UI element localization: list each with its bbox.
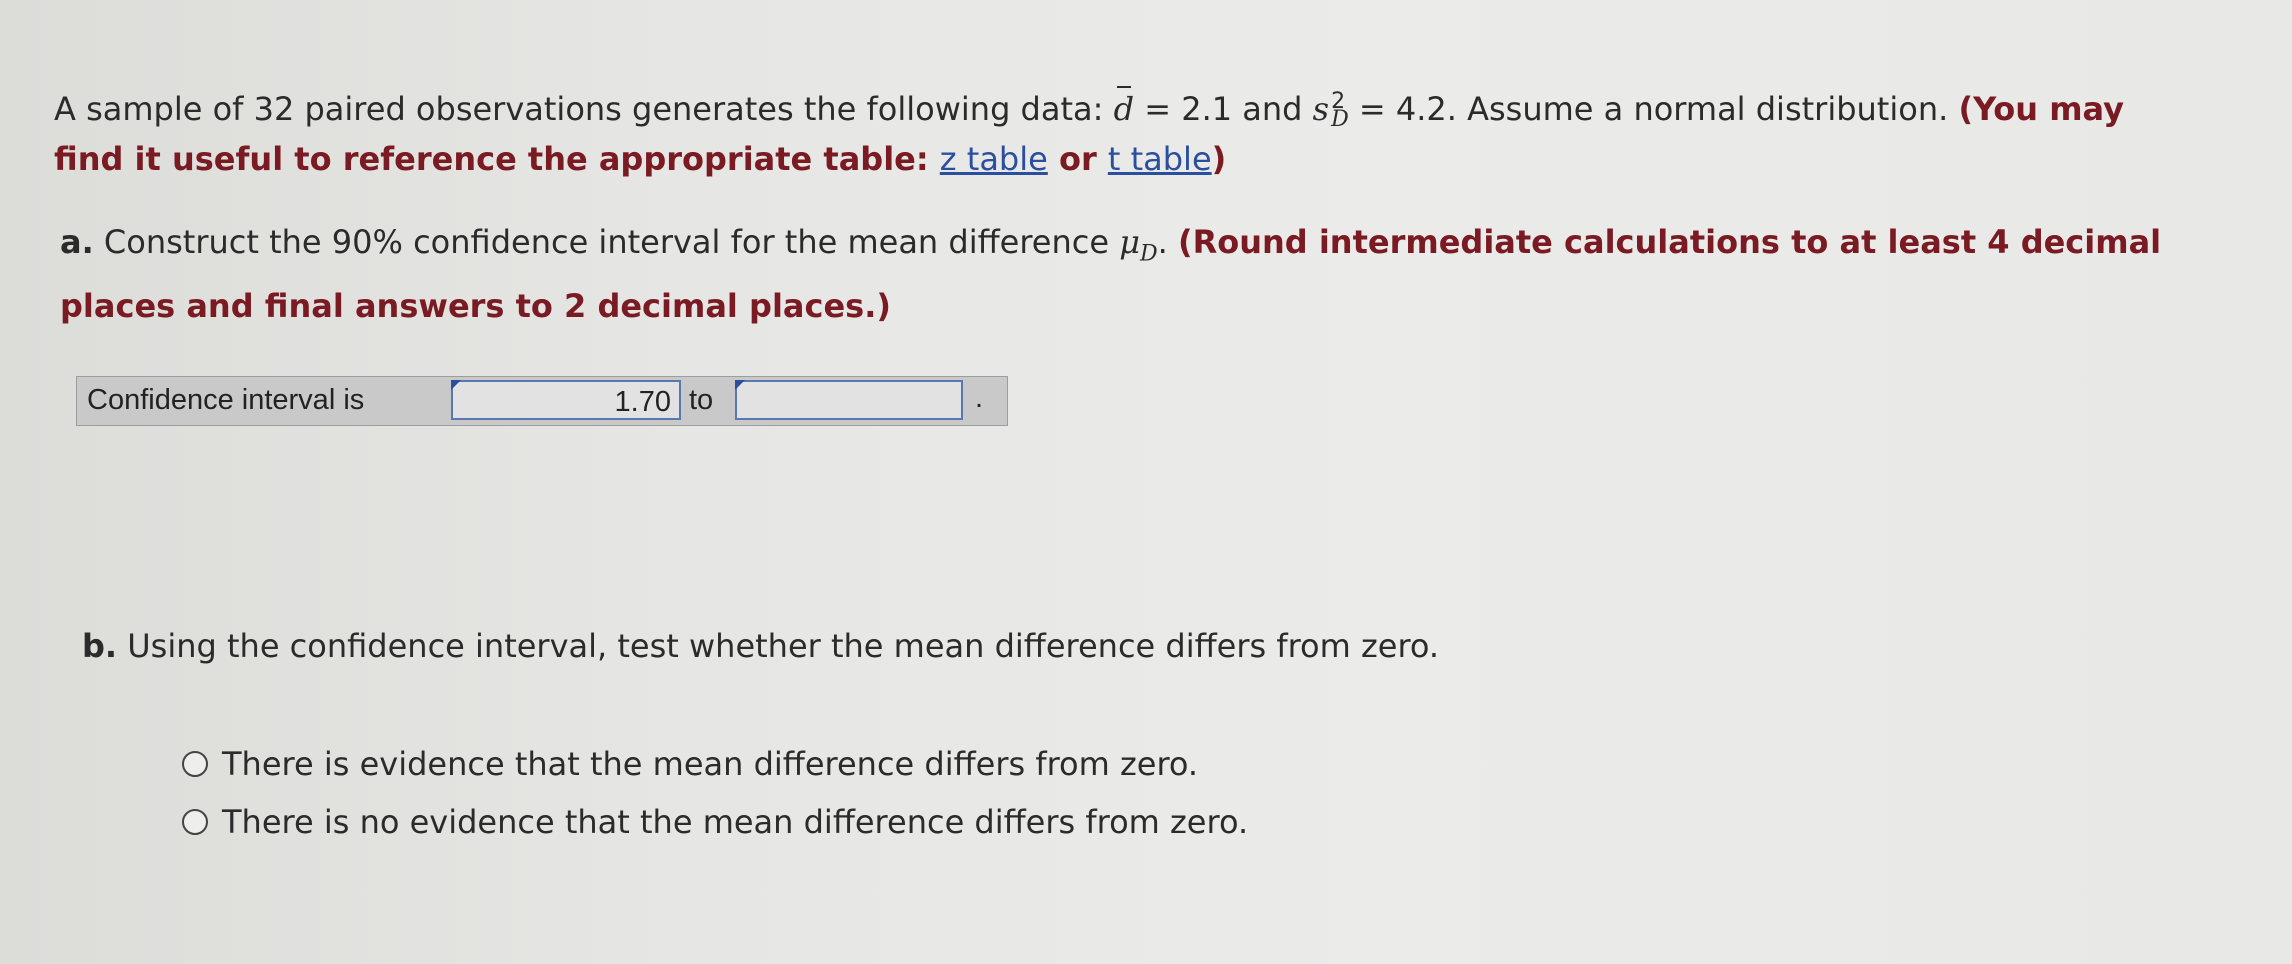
part-a-period: . bbox=[1157, 223, 1178, 261]
confidence-interval-row: Confidence interval is 1.70 to . bbox=[76, 376, 1008, 426]
t-table-link[interactable]: t table bbox=[1108, 140, 1212, 178]
part-a-letter: a. bbox=[60, 223, 94, 261]
input-flag-icon bbox=[735, 380, 745, 390]
s-value-text: = 4.2. Assume a normal distribution. bbox=[1348, 90, 1959, 128]
option-no-evidence[interactable]: There is no evidence that the mean diffe… bbox=[182, 800, 1248, 844]
d-value-text: = 2.1 and bbox=[1134, 90, 1313, 128]
option-evidence[interactable]: There is evidence that the mean differen… bbox=[182, 742, 1198, 786]
part-b-question: b. Using the confidence interval, test w… bbox=[82, 624, 1439, 668]
ci-label: Confidence interval is bbox=[87, 384, 365, 416]
option-label: There is no evidence that the mean diffe… bbox=[222, 803, 1249, 841]
s-symbol: s bbox=[1312, 90, 1330, 128]
s-sub: D bbox=[1331, 107, 1349, 132]
radio-button[interactable] bbox=[182, 809, 208, 835]
part-a-text: Construct the 90% confidence interval fo… bbox=[93, 223, 1120, 261]
ci-upper-input[interactable] bbox=[735, 380, 963, 420]
part-b-text: Using the confidence interval, test whet… bbox=[117, 627, 1440, 665]
ci-end-dot: . bbox=[975, 382, 984, 414]
ci-lower-input[interactable]: 1.70 bbox=[451, 380, 681, 420]
z-table-link[interactable]: z table bbox=[940, 140, 1048, 178]
intro-text: A sample of 32 paired observations gener… bbox=[54, 90, 1114, 128]
ci-lower-value: 1.70 bbox=[614, 386, 671, 418]
s-superscript-subscript: 2D bbox=[1331, 91, 1349, 132]
problem-statement: A sample of 32 paired observations gener… bbox=[54, 84, 2194, 184]
ci-to-text: to bbox=[689, 384, 714, 416]
input-flag-icon bbox=[451, 380, 461, 390]
mu-subscript: D bbox=[1139, 241, 1158, 267]
part-b-letter: b. bbox=[82, 627, 118, 665]
radio-button[interactable] bbox=[182, 751, 208, 777]
option-label: There is evidence that the mean differen… bbox=[222, 745, 1199, 783]
or-text: or bbox=[1047, 140, 1108, 178]
hint-end: ) bbox=[1211, 140, 1227, 178]
page: A sample of 32 paired observations gener… bbox=[0, 0, 2292, 964]
d-bar-symbol: d bbox=[1114, 84, 1134, 134]
part-a-question: a. Construct the 90% confidence interval… bbox=[60, 216, 2240, 332]
mu-symbol: μ bbox=[1119, 223, 1140, 261]
